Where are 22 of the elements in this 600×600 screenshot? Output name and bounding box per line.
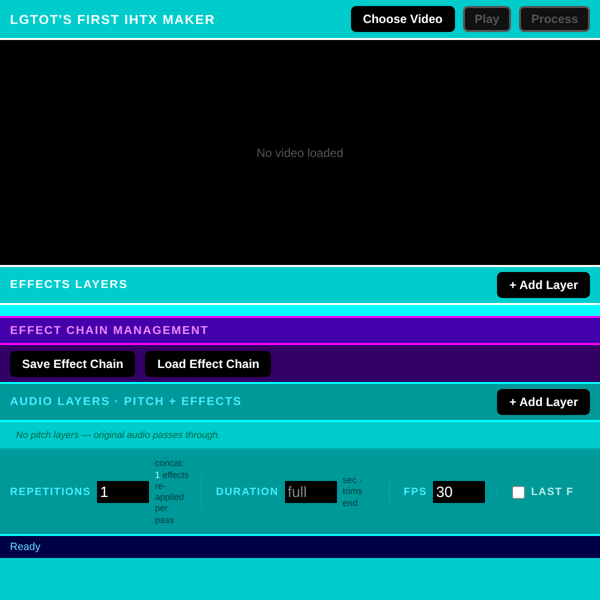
hint-text: sec · trims end: [342, 475, 364, 509]
setting-label: FPS: [404, 486, 428, 498]
checkbox-label: LAST F: [531, 486, 574, 498]
header-button[interactable]: Choose Video: [350, 6, 455, 32]
section-title: EFFECT CHAIN MANAGEMENT: [10, 324, 209, 336]
add-layer-button[interactable]: + Add Layer: [497, 389, 590, 415]
add-layer-button[interactable]: + Add Layer: [497, 272, 590, 298]
status-text: Ready: [10, 541, 40, 553]
section-title: AUDIO LAYERS · PITCH + EFFECTS: [10, 396, 242, 408]
app-title: LGTOT'S FIRST IHTX MAKER: [10, 12, 216, 26]
note-text: No pitch layers — original audio passes through.: [16, 430, 220, 440]
setting-label: REPETITIONS: [10, 486, 92, 498]
number-field[interactable]: 30: [433, 481, 486, 503]
setting-label: DURATION: [216, 486, 279, 498]
chain-button[interactable]: Save Effect Chain: [10, 350, 136, 376]
video-message: No video loaded: [256, 146, 344, 160]
section-title: EFFECTS LAYERS: [10, 279, 128, 291]
number-field[interactable]: 1: [97, 481, 150, 503]
number-field[interactable]: full: [284, 481, 337, 503]
hint-text: concat: 1 effects re-applied per pass: [155, 458, 190, 526]
chain-button[interactable]: Load Effect Chain: [145, 350, 272, 376]
checkbox[interactable]: [512, 486, 526, 498]
